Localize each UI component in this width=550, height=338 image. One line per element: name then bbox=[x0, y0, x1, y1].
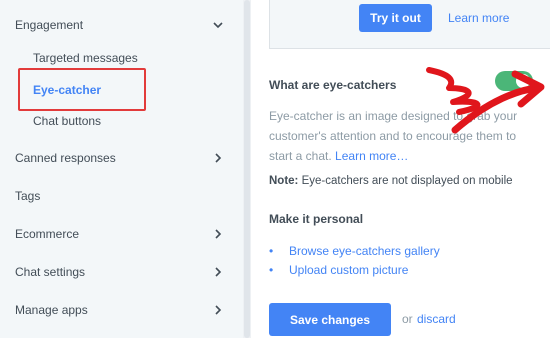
or-text: or bbox=[402, 312, 413, 326]
chevron-right-icon bbox=[215, 267, 222, 277]
sidebar-item-label: Manage apps bbox=[15, 303, 88, 317]
section-title: What are eye-catchers bbox=[269, 78, 397, 92]
toggle-knob bbox=[516, 74, 530, 88]
list-item: • Browse eye-catchers gallery bbox=[269, 241, 440, 260]
note-text: Eye-catchers are not displayed on mobile bbox=[301, 175, 513, 187]
sidebar-item-label: Tags bbox=[15, 189, 41, 203]
sidebar-item-eye-catcher[interactable]: Eye-catcher bbox=[0, 76, 243, 104]
sidebar-item-label: Canned responses bbox=[15, 151, 116, 165]
sidebar-item-targeted-messages[interactable]: Targeted messages bbox=[0, 44, 243, 72]
sidebar-item-manage-apps[interactable]: Manage apps bbox=[0, 292, 243, 328]
sidebar-item-ecommerce[interactable]: Ecommerce bbox=[0, 216, 243, 252]
mobile-note: Note: Eye-catchers are not displayed on … bbox=[269, 175, 513, 187]
eye-catcher-toggle[interactable] bbox=[495, 71, 533, 91]
browse-gallery-link[interactable]: Browse eye-catchers gallery bbox=[289, 244, 440, 258]
bullet-icon: • bbox=[269, 262, 274, 277]
sidebar-item-engagement[interactable]: Engagement bbox=[0, 7, 243, 43]
chevron-right-icon bbox=[215, 229, 222, 239]
upload-picture-link[interactable]: Upload custom picture bbox=[289, 263, 408, 277]
bullet-icon: • bbox=[269, 243, 274, 258]
personal-title: Make it personal bbox=[269, 212, 364, 226]
sidebar-item-label: Eye-catcher bbox=[33, 83, 102, 97]
save-changes-button[interactable]: Save changes bbox=[269, 303, 391, 336]
sidebar-item-chat-buttons[interactable]: Chat buttons bbox=[0, 107, 243, 135]
sidebar-item-label: Ecommerce bbox=[15, 227, 80, 241]
sidebar-item-label: Chat settings bbox=[15, 265, 86, 279]
personal-links: • Browse eye-catchers gallery • Upload c… bbox=[269, 241, 440, 279]
learn-more-link[interactable]: Learn more bbox=[448, 11, 509, 25]
sidebar-item-label: Engagement bbox=[15, 18, 84, 32]
chevron-right-icon bbox=[215, 153, 222, 163]
note-label: Note: bbox=[269, 175, 299, 187]
chevron-right-icon bbox=[215, 305, 222, 315]
try-it-out-button[interactable]: Try it out bbox=[359, 4, 432, 32]
main-panel: Try it out Learn more What are eye-catch… bbox=[251, 0, 550, 338]
sidebar-item-canned-responses[interactable]: Canned responses bbox=[0, 140, 243, 176]
list-item: • Upload custom picture bbox=[269, 260, 440, 279]
learn-more-inline-link[interactable]: Learn more… bbox=[335, 149, 408, 163]
sidebar-item-label: Targeted messages bbox=[33, 51, 138, 65]
scrollbar-thumb[interactable] bbox=[244, 0, 250, 338]
discard-link[interactable]: discard bbox=[417, 312, 456, 326]
sidebar-item-tags[interactable]: Tags bbox=[0, 178, 243, 214]
promo-box: Try it out Learn more bbox=[269, 0, 550, 49]
section-description: Eye-catcher is an image designed to grab… bbox=[269, 106, 531, 166]
sidebar-item-label: Chat buttons bbox=[33, 114, 102, 128]
sidebar: Engagement Targeted messages Eye-catcher… bbox=[0, 0, 243, 338]
chevron-down-icon bbox=[213, 22, 223, 29]
sidebar-item-chat-settings[interactable]: Chat settings bbox=[0, 254, 243, 290]
